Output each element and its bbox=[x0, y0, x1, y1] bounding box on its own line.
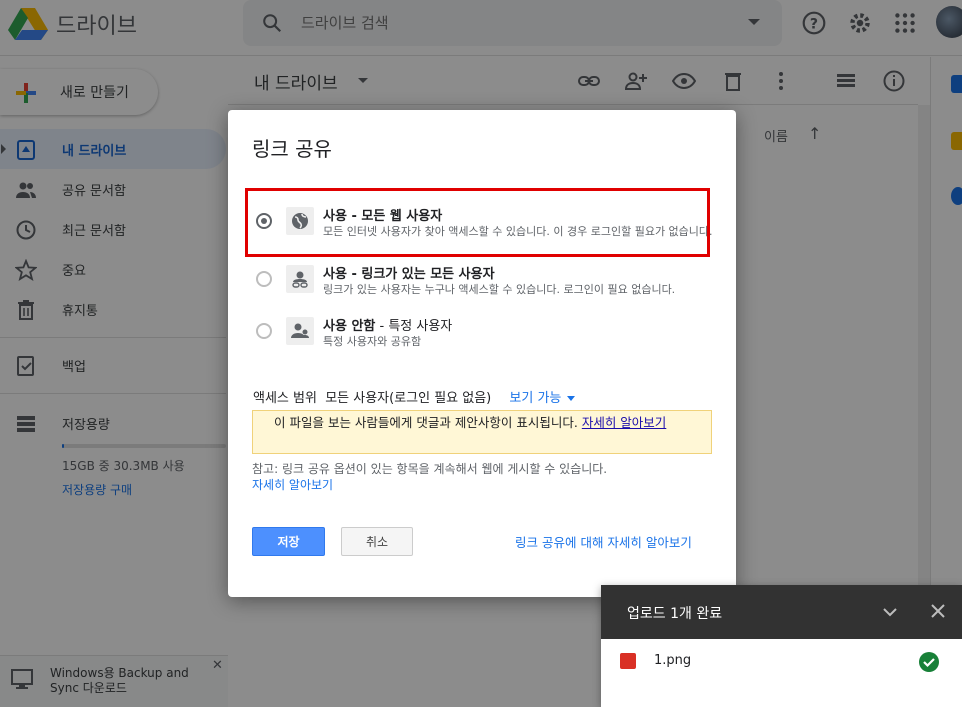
publishing-note: 참고: 링크 공유 옵션이 있는 항목을 계속해서 웹에 게시할 수 있습니다.… bbox=[252, 461, 607, 493]
link-user-icon bbox=[286, 265, 314, 293]
dialog-title: 링크 공유 bbox=[252, 137, 332, 161]
upload-status-title: 업로드 1개 완료 bbox=[627, 606, 723, 622]
radio-specific-people[interactable] bbox=[256, 323, 272, 339]
permission-dropdown-label: 보기 가능 bbox=[509, 391, 562, 406]
link-sharing-learn-more-link[interactable]: 링크 공유에 대해 자세히 알아보기 bbox=[515, 532, 692, 551]
access-scope-label: 액세스 범위 모든 사용자(로그인 필요 없음) bbox=[253, 391, 492, 406]
close-icon[interactable] bbox=[929, 602, 947, 620]
option-title: 사용 - 링크가 있는 모든 사용자 bbox=[323, 267, 495, 282]
option-description: 링크가 있는 사용자는 누구나 액세스할 수 있습니다. 로그인이 필요 없습니… bbox=[323, 283, 676, 296]
option-title-rest: - 특정 사용자 bbox=[375, 319, 453, 334]
warning-learn-more-link[interactable]: 자세히 알아보기 bbox=[582, 415, 666, 430]
upload-panel-header: 업로드 1개 완료 bbox=[601, 585, 962, 639]
comments-warning-banner: 이 파일을 보는 사람들에게 댓글과 제안사항이 표시됩니다. 자세히 알아보기 bbox=[252, 410, 712, 454]
upload-file-row[interactable]: 1.png bbox=[601, 639, 962, 687]
link-sharing-dialog: 링크 공유 사용 - 모든 웹 사용자 모든 인터넷 사용자가 찾아 액세스할 … bbox=[228, 110, 736, 597]
note-text: 참고: 링크 공유 옵션이 있는 항목을 계속해서 웹에 게시할 수 있습니다. bbox=[252, 462, 608, 476]
option-description: 특정 사용자와 공유함 bbox=[323, 335, 422, 348]
option-title-bold: 사용 안함 bbox=[323, 319, 376, 334]
radio-anyone-with-link[interactable] bbox=[256, 271, 272, 287]
option-title: 사용 안함 - 특정 사용자 bbox=[323, 315, 452, 334]
highlight-annotation-box bbox=[245, 188, 710, 257]
check-circle-icon bbox=[919, 652, 939, 672]
chevron-down-icon[interactable] bbox=[881, 603, 899, 621]
cancel-button[interactable]: 취소 bbox=[341, 527, 413, 556]
warning-text: 이 파일을 보는 사람들에게 댓글과 제안사항이 표시됩니다. bbox=[274, 415, 578, 430]
upload-file-name: 1.png bbox=[654, 653, 692, 668]
note-learn-more-link[interactable]: 자세히 알아보기 bbox=[252, 477, 607, 493]
access-scope-row: 액세스 범위 모든 사용자(로그인 필요 없음) 보기 가능 bbox=[253, 387, 576, 406]
save-button[interactable]: 저장 bbox=[252, 527, 325, 556]
chevron-down-icon bbox=[567, 396, 576, 401]
permission-dropdown[interactable]: 보기 가능 bbox=[509, 391, 576, 406]
upload-status-panel: 업로드 1개 완료 1.png bbox=[601, 585, 962, 707]
people-icon bbox=[286, 317, 314, 345]
image-file-icon bbox=[620, 653, 636, 669]
